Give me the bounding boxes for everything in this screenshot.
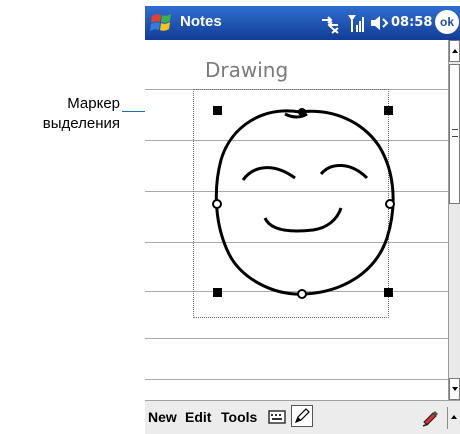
ok-button[interactable]: ok <box>435 10 459 34</box>
input-panel-arrow[interactable] <box>447 407 460 429</box>
windows-flag-icon[interactable] <box>149 10 175 36</box>
selection-handle-top-right[interactable] <box>384 106 393 115</box>
menu-bar: New Edit Tools <box>145 400 460 434</box>
callout-line2: выделения <box>42 115 120 132</box>
title-bar: Notes 08:58 ok <box>145 6 460 40</box>
menu-tools[interactable]: Tools <box>221 409 257 425</box>
connectivity-icon[interactable] <box>319 12 341 34</box>
selection-handle-top-left[interactable] <box>213 106 222 115</box>
scroll-up-button[interactable] <box>449 40 460 62</box>
menu-new[interactable]: New <box>148 409 177 425</box>
signal-strength-icon[interactable] <box>347 12 365 34</box>
selection-handle-top <box>298 108 306 116</box>
smiley-drawing[interactable] <box>145 40 448 400</box>
app-title: Notes <box>180 13 222 30</box>
scroll-down-button[interactable] <box>449 378 460 400</box>
callout-line1: Маркер <box>67 95 120 112</box>
right-eye <box>319 164 369 180</box>
scroll-grip-icon <box>452 129 458 137</box>
speaker-icon[interactable] <box>369 13 389 33</box>
pen-button[interactable] <box>291 405 313 427</box>
vertical-scrollbar[interactable] <box>448 40 460 400</box>
pen-icon <box>294 408 310 424</box>
recorder-icon[interactable] <box>421 408 441 428</box>
device-screen: Notes 08:58 ok Drawing New Edit Tools <box>145 6 460 434</box>
keyboard-icon[interactable] <box>268 410 286 424</box>
menu-edit[interactable]: Edit <box>185 409 211 425</box>
mouth <box>263 207 343 233</box>
selection-handle-left <box>212 199 222 209</box>
selection-handle-callout: Маркер выделения <box>0 94 120 134</box>
face-outline <box>214 109 395 296</box>
selection-handle-bottom <box>297 289 307 299</box>
selection-handle-right <box>385 199 395 209</box>
left-eye <box>241 166 296 181</box>
scroll-thumb[interactable] <box>449 64 460 204</box>
selection-handle-bottom-left[interactable] <box>213 288 222 297</box>
clock-display[interactable]: 08:58 <box>391 15 432 30</box>
selection-handle-bottom-right[interactable] <box>384 288 393 297</box>
note-canvas[interactable]: Drawing <box>145 40 448 400</box>
